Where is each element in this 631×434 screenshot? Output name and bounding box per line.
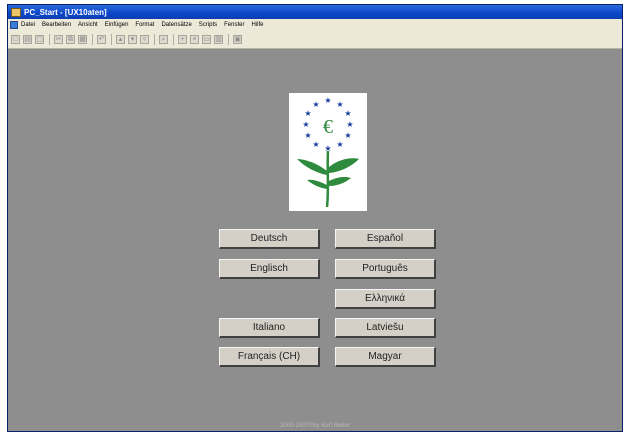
menu-datensaetze[interactable]: Datensätze bbox=[161, 22, 191, 28]
app-icon bbox=[11, 7, 21, 17]
toolbar-separator bbox=[49, 34, 50, 45]
menu-format[interactable]: Format bbox=[135, 22, 154, 28]
window-title: PC_Start - [UX10aten] bbox=[24, 7, 107, 17]
svg-text:★: ★ bbox=[302, 120, 309, 129]
lower-left-leaf bbox=[307, 179, 327, 189]
flower-stem bbox=[325, 150, 330, 208]
layout-icon[interactable]: ▥ bbox=[214, 35, 223, 44]
paste-icon[interactable]: ▦ bbox=[78, 35, 87, 44]
svg-text:★: ★ bbox=[344, 131, 351, 140]
ecolabel-svg: ★ ★ ★ ★ ★ ★ ★ ★ ★ ★ ★ ★ € bbox=[297, 96, 359, 208]
svg-text:★: ★ bbox=[336, 100, 343, 109]
portugues-button[interactable]: Português bbox=[335, 259, 436, 279]
find-icon[interactable]: ⌕ bbox=[159, 35, 168, 44]
euro-letter: € bbox=[323, 116, 333, 138]
latviesu-button[interactable]: Latviešu bbox=[335, 318, 436, 338]
magyar-button[interactable]: Magyar bbox=[335, 347, 436, 367]
toolbar: □ ▤ ▢ ✂ ⧉ ▦ ↶ ▴ ▾ ▿ ⌕ + × ▭ ▥ ▣ bbox=[8, 31, 622, 49]
toolbar-separator bbox=[154, 34, 155, 45]
menu-einfuegen[interactable]: Einfügen bbox=[105, 22, 129, 28]
title-bar[interactable]: PC_Start - [UX10aten] bbox=[8, 5, 622, 19]
svg-text:★: ★ bbox=[304, 131, 311, 140]
copy-icon[interactable]: ⧉ bbox=[66, 35, 75, 44]
new-record-icon[interactable]: + bbox=[178, 35, 187, 44]
delete-record-icon[interactable]: × bbox=[190, 35, 199, 44]
svg-text:★: ★ bbox=[344, 109, 351, 118]
ellinika-button[interactable]: Ελληνικά bbox=[335, 289, 436, 309]
copyright-footer: 2000-2007©by Kurt Reiter bbox=[280, 423, 350, 429]
deutsch-button[interactable]: Deutsch bbox=[219, 229, 320, 249]
italiano-button[interactable]: Italiano bbox=[219, 318, 320, 338]
cut-icon[interactable]: ✂ bbox=[54, 35, 63, 44]
svg-text:★: ★ bbox=[336, 140, 343, 149]
eu-ecolabel-flower-icon: ★ ★ ★ ★ ★ ★ ★ ★ ★ ★ ★ ★ € bbox=[289, 93, 367, 211]
svg-text:★: ★ bbox=[324, 96, 331, 105]
new-icon[interactable]: □ bbox=[11, 35, 20, 44]
window-icon[interactable]: ▭ bbox=[202, 35, 211, 44]
menu-bar: Datei Bearbeiten Ansicht Einfügen Format… bbox=[8, 19, 622, 31]
menu-datei[interactable]: Datei bbox=[21, 22, 35, 28]
francais-button[interactable]: Français (CH) bbox=[219, 347, 320, 367]
menu-bearbeiten[interactable]: Bearbeiten bbox=[42, 22, 71, 28]
svg-text:★: ★ bbox=[304, 109, 311, 118]
preview-icon[interactable]: ▢ bbox=[35, 35, 44, 44]
svg-text:★: ★ bbox=[346, 120, 353, 129]
espanol-button[interactable]: Español bbox=[335, 229, 436, 249]
toolbar-separator bbox=[92, 34, 93, 45]
toolbar-separator bbox=[111, 34, 112, 45]
menu-hilfe[interactable]: Hilfe bbox=[251, 22, 263, 28]
print-icon[interactable]: ▤ bbox=[23, 35, 32, 44]
sort-asc-icon[interactable]: ▴ bbox=[116, 35, 125, 44]
sort-desc-icon[interactable]: ▾ bbox=[128, 35, 137, 44]
svg-text:★: ★ bbox=[312, 100, 319, 109]
filter-icon[interactable]: ▿ bbox=[140, 35, 149, 44]
toolbar-separator bbox=[228, 34, 229, 45]
toolbar-separator bbox=[173, 34, 174, 45]
right-leaf bbox=[329, 158, 359, 173]
englisch-button[interactable]: Englisch bbox=[219, 259, 320, 279]
main-content: ★ ★ ★ ★ ★ ★ ★ ★ ★ ★ ★ ★ € Deutsch Españo… bbox=[8, 49, 622, 431]
menu-scripts[interactable]: Scripts bbox=[199, 22, 217, 28]
menu-fenster[interactable]: Fenster bbox=[224, 22, 244, 28]
properties-icon[interactable]: ▣ bbox=[233, 35, 242, 44]
lower-right-leaf bbox=[329, 177, 351, 186]
undo-icon[interactable]: ↶ bbox=[97, 35, 106, 44]
document-icon[interactable] bbox=[10, 21, 18, 29]
application-window: PC_Start - [UX10aten] Datei Bearbeiten A… bbox=[7, 4, 623, 432]
menu-ansicht[interactable]: Ansicht bbox=[78, 22, 98, 28]
svg-text:★: ★ bbox=[312, 140, 319, 149]
left-leaf bbox=[297, 159, 327, 175]
